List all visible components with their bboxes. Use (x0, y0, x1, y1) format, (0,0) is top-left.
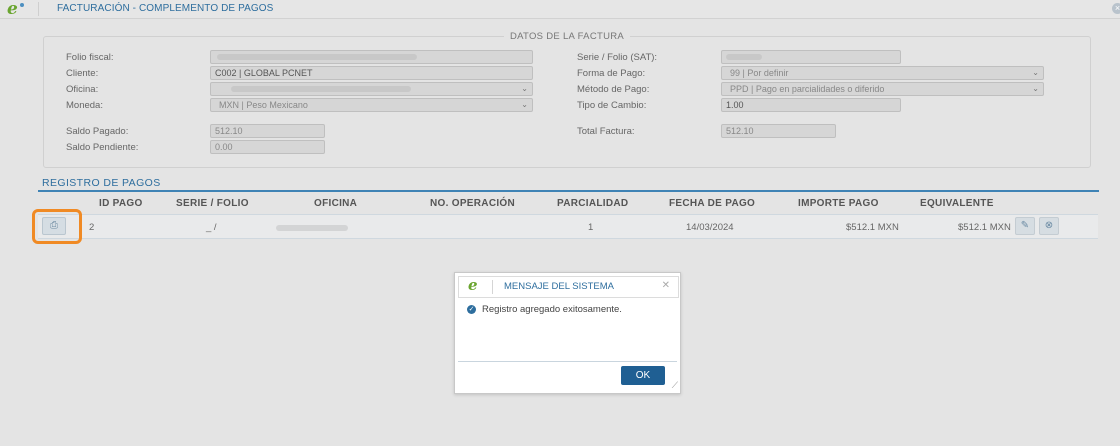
app-logo: e (468, 276, 478, 294)
column-header: EQUIVALENTE (920, 198, 994, 209)
logo-dot-icon (20, 3, 24, 7)
cell-equivalente: $512.1 MXN (958, 222, 1011, 233)
folio-fiscal-label: Folio fiscal: (66, 52, 114, 63)
dialog-title: MENSAJE DEL SISTEMA (504, 281, 614, 292)
edit-button[interactable]: ✎ (1015, 217, 1035, 235)
total-factura-field[interactable]: 512.10 (721, 124, 836, 138)
delete-button[interactable]: ⊗ (1039, 217, 1059, 235)
chevron-down-icon: ⌄ (1032, 68, 1039, 77)
saldo-pendiente-label: Saldo Pendiente: (66, 142, 139, 153)
moneda-value: MXN | Peso Mexicano (219, 100, 308, 110)
redacted-value (217, 54, 417, 60)
chevron-down-icon: ⌄ (521, 100, 528, 109)
cell-importe-pago: $512.1 MXN (846, 222, 899, 233)
forma-pago-value: 99 | Por definir (730, 68, 789, 78)
cell-oficina (276, 225, 348, 231)
datos-legend: DATOS DE LA FACTURA (44, 31, 1090, 42)
tipo-cambio-field[interactable]: 1.00 (721, 98, 901, 112)
cliente-field[interactable]: C002 | GLOBAL PCNET (210, 66, 533, 80)
column-header: FECHA DE PAGO (669, 198, 756, 209)
dialog-header: e MENSAJE DEL SISTEMA ✕ (458, 276, 679, 298)
oficina-select[interactable]: ⌄ (210, 82, 533, 96)
forma-pago-label: Forma de Pago: (577, 68, 646, 79)
header-divider (492, 280, 493, 294)
check-circle-icon: ✓ (467, 305, 476, 314)
folio-fiscal-field[interactable] (210, 50, 533, 64)
cliente-label: Cliente: (66, 68, 99, 79)
close-icon[interactable]: × (1112, 3, 1120, 14)
serie-folio-field[interactable] (721, 50, 901, 64)
saldo-pagado-field[interactable]: 512.10 (210, 124, 325, 138)
edit-icon: ✎ (1020, 220, 1030, 231)
table-row (38, 214, 1098, 239)
highlight-box (32, 209, 82, 244)
column-header: PARCIALIDAD (557, 198, 629, 209)
forma-pago-select[interactable]: 99 | Por definir ⌄ (721, 66, 1044, 80)
registro-divider (38, 190, 1099, 192)
dialog-message: Registro agregado exitosamente. (482, 304, 622, 315)
column-header: IMPORTE PAGO (798, 198, 879, 209)
column-header: NO. OPERACIÓN (430, 198, 516, 209)
metodo-pago-select[interactable]: PPD | Pago en parcialidades o diferido ⌄ (721, 82, 1044, 96)
column-header: OFICINA (314, 198, 358, 209)
moneda-label: Moneda: (66, 100, 103, 111)
chevron-down-icon: ⌄ (1032, 84, 1039, 93)
oficina-label: Oficina: (66, 84, 99, 95)
ok-button[interactable]: OK (621, 366, 665, 385)
close-circle-icon: ⊗ (1044, 220, 1054, 231)
dialog-divider (458, 361, 677, 362)
moneda-select[interactable]: MXN | Peso Mexicano ⌄ (210, 98, 533, 112)
saldo-pagado-label: Saldo Pagado: (66, 126, 129, 137)
total-factura-label: Total Factura: (577, 126, 635, 137)
close-icon[interactable]: ✕ (662, 280, 670, 291)
title-bar: e FACTURACIÓN - COMPLEMENTO DE PAGOS × (0, 0, 1120, 19)
window-title: FACTURACIÓN - COMPLEMENTO DE PAGOS (57, 3, 274, 14)
cell-fecha-pago: 14/03/2024 (686, 222, 734, 233)
chevron-down-icon: ⌄ (521, 84, 528, 93)
saldo-pendiente-field[interactable]: 0.00 (210, 140, 325, 154)
serie-folio-label: Serie / Folio (SAT): (577, 52, 658, 63)
column-header: SERIE / FOLIO (176, 198, 249, 209)
redacted-value (726, 54, 762, 60)
metodo-pago-value: PPD | Pago en parcialidades o diferido (730, 84, 885, 94)
system-message-dialog: e MENSAJE DEL SISTEMA ✕ ✓ Registro agreg… (454, 272, 681, 394)
metodo-pago-label: Método de Pago: (577, 84, 650, 95)
cell-serie-folio: _ / (206, 222, 217, 233)
tipo-cambio-label: Tipo de Cambio: (577, 100, 647, 111)
column-header: ID PAGO (99, 198, 143, 209)
redacted-value (231, 86, 411, 92)
registro-title: REGISTRO DE PAGOS (42, 177, 161, 189)
datos-factura-fieldset: DATOS DE LA FACTURA (43, 31, 1091, 168)
cell-id-pago: 2 (89, 222, 95, 233)
resize-grip-icon[interactable]: ⟋ (672, 380, 678, 391)
title-divider (38, 2, 39, 16)
app-logo: e (7, 0, 18, 19)
cell-parcialidad: 1 (588, 222, 594, 233)
